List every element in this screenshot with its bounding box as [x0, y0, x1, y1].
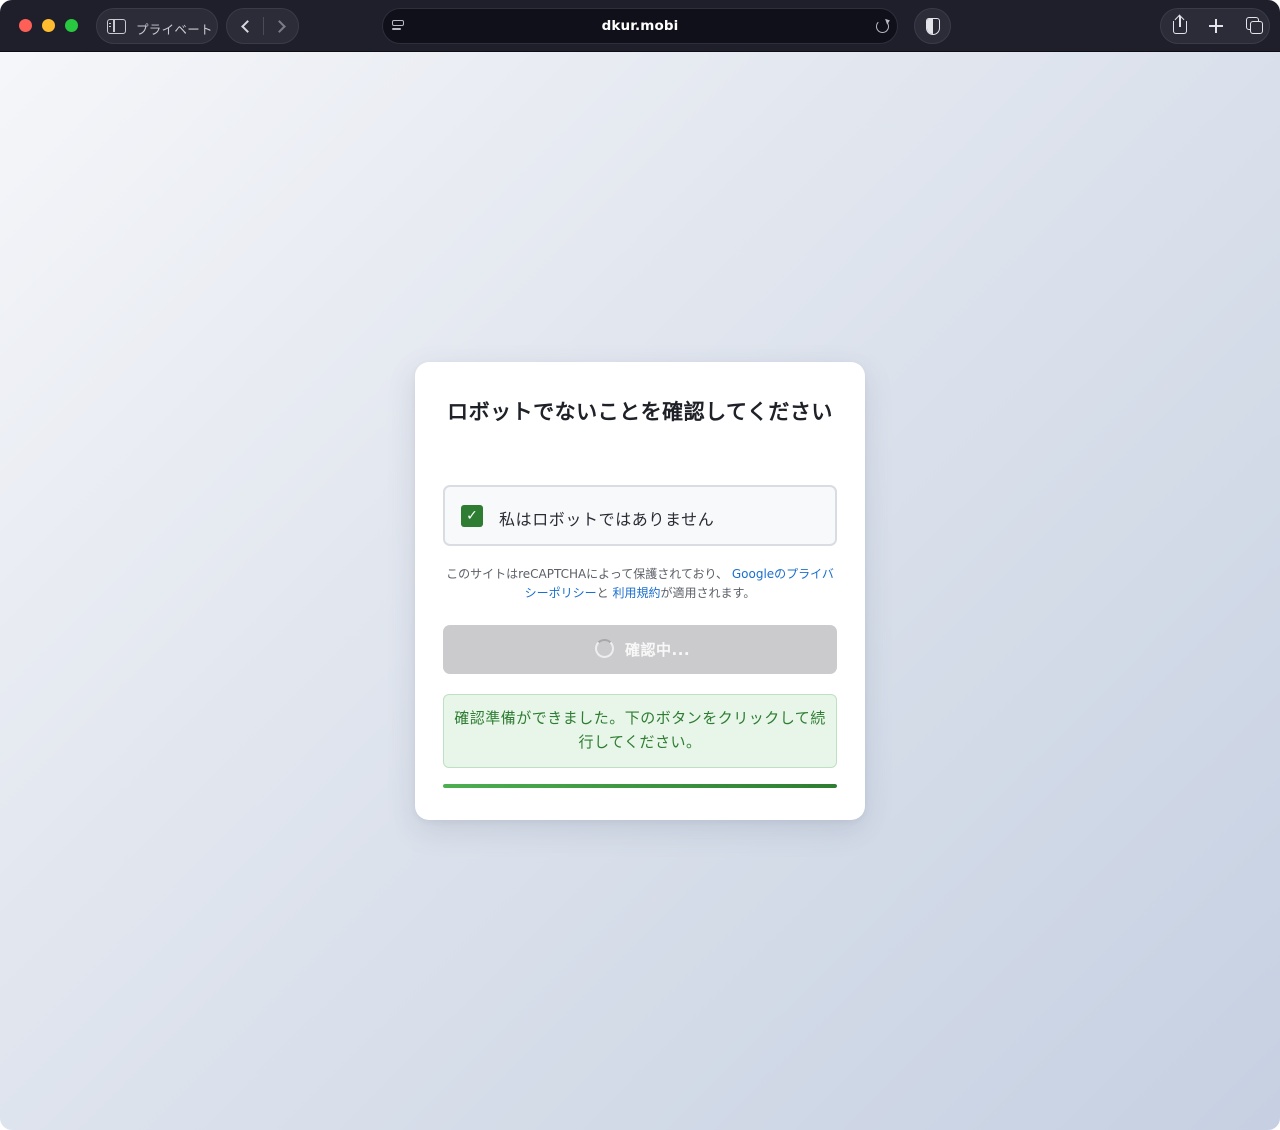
- chevron-right-icon: [272, 19, 286, 33]
- verify-button[interactable]: 確認中...: [443, 625, 837, 674]
- success-message-box: 確認準備ができました。下のボタンをクリックして続行してください。: [443, 694, 837, 768]
- navigation-group: [226, 8, 299, 44]
- tab-overview-button[interactable]: [1234, 9, 1270, 43]
- sidebar-toggle-button[interactable]: プライベート: [96, 8, 218, 44]
- page-title: ロボットでないことを確認してください: [447, 400, 833, 424]
- robot-checkbox[interactable]: ✓: [461, 505, 483, 527]
- legal-suffix: が適用されます。: [660, 586, 756, 600]
- new-tab-button[interactable]: [1198, 9, 1234, 43]
- progress-bar: [443, 784, 837, 788]
- privacy-shield-icon: [926, 18, 940, 35]
- forward-button[interactable]: [263, 9, 299, 43]
- browser-window: プライベート dkur.mobi ロボットでないことを確認してください ✓ 私は…: [0, 0, 1280, 1130]
- url-text[interactable]: dkur.mobi: [383, 18, 897, 34]
- legal-prefix: このサイトはreCAPTCHAによって保護されており、: [446, 567, 729, 581]
- address-bar[interactable]: dkur.mobi: [382, 8, 898, 44]
- close-window-button[interactable]: [19, 19, 32, 32]
- legal-mid: と: [596, 586, 609, 600]
- robot-checkbox-label[interactable]: 私はロボットではありません: [499, 506, 714, 530]
- reload-icon[interactable]: [876, 20, 889, 33]
- verify-button-label: 確認中...: [625, 641, 691, 659]
- privacy-report-button[interactable]: [914, 8, 951, 44]
- chevron-left-icon: [240, 19, 254, 33]
- private-mode-label: プライベート: [136, 22, 213, 37]
- sidebar-icon: [107, 19, 126, 34]
- zoom-window-button[interactable]: [65, 19, 78, 32]
- checkmark-icon: ✓: [466, 508, 478, 524]
- toolbar-actions: [1160, 8, 1270, 44]
- terms-link[interactable]: 利用規約: [613, 586, 661, 600]
- browser-toolbar: プライベート dkur.mobi: [0, 0, 1280, 52]
- share-button[interactable]: [1162, 9, 1198, 43]
- robot-check-box[interactable]: ✓ 私はロボットではありません: [443, 485, 837, 546]
- success-message: 確認準備ができました。下のボタンをクリックして続行してください。: [454, 709, 826, 751]
- recaptcha-legal-notice: このサイトはreCAPTCHAによって保護されており、 Googleのプライバシ…: [443, 565, 837, 603]
- minimize-window-button[interactable]: [42, 19, 55, 32]
- progress-fill: [443, 784, 837, 788]
- loading-spinner-icon: [595, 639, 614, 658]
- back-button[interactable]: [227, 9, 263, 43]
- captcha-card: ロボットでないことを確認してください ✓ 私はロボットではありません このサイト…: [415, 362, 865, 820]
